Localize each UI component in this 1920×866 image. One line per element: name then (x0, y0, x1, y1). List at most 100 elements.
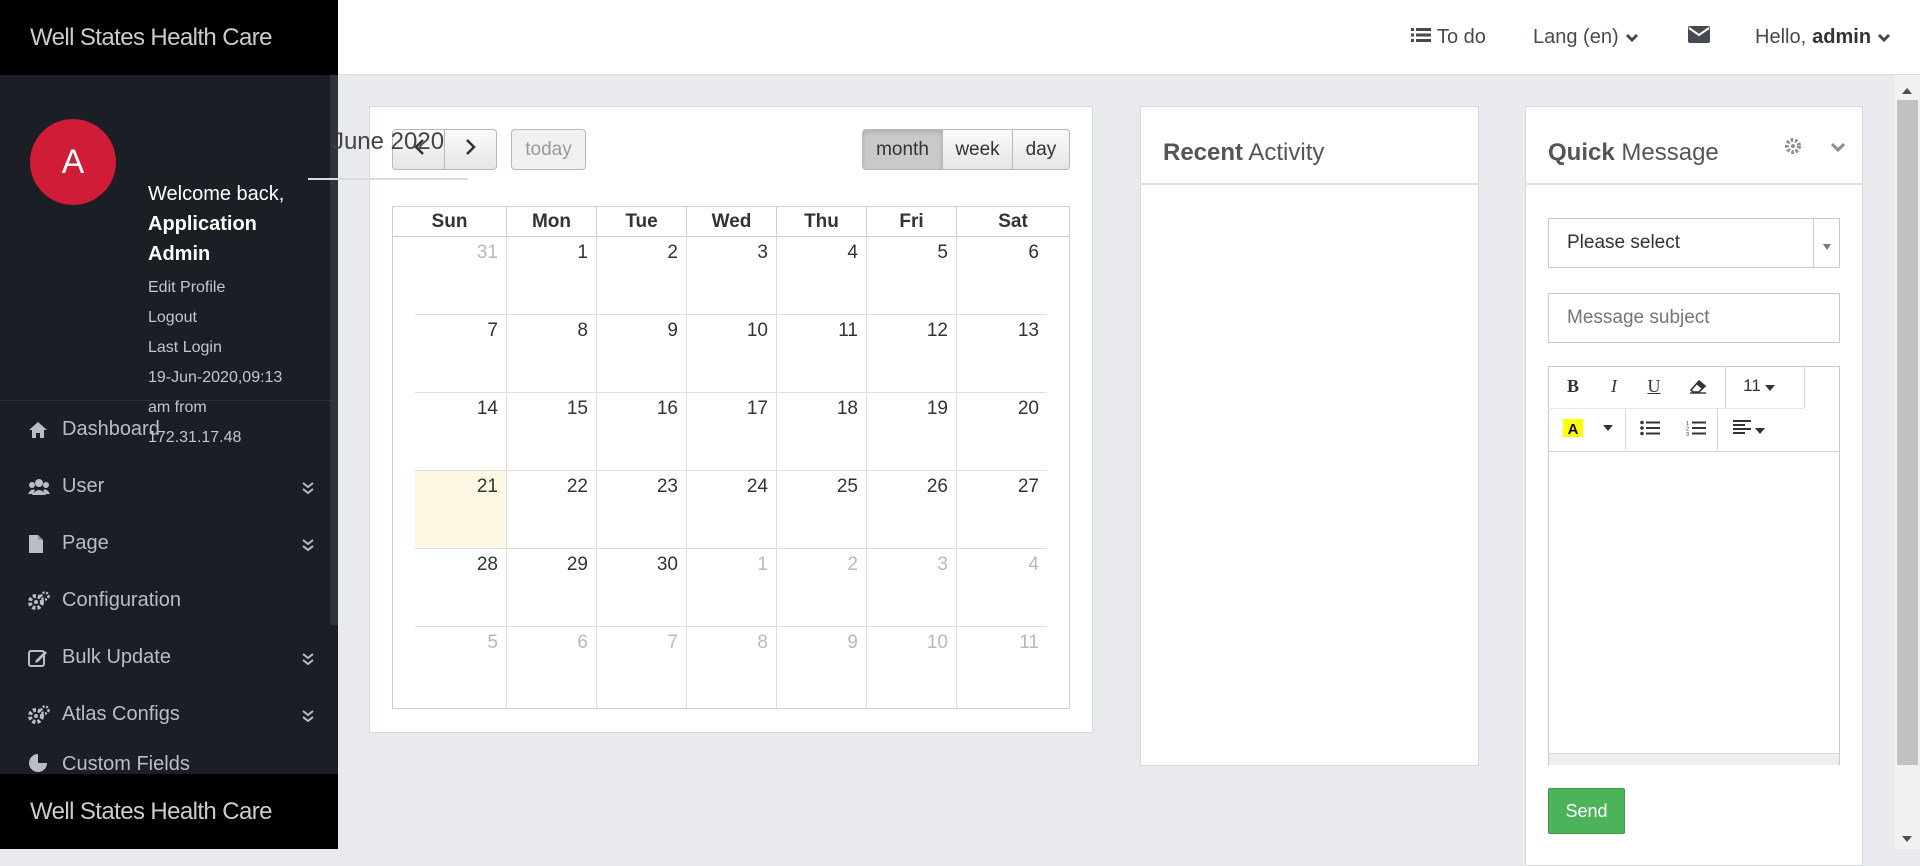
send-button[interactable]: Send (1548, 788, 1625, 834)
calendar-day-cell[interactable]: 13 (957, 315, 1047, 393)
sidebar-scrollbar[interactable] (330, 75, 338, 625)
calendar-day-cell[interactable]: 11 (777, 315, 867, 393)
sidebar-item-label: Atlas Configs (62, 703, 180, 725)
calendar-day-cell[interactable]: 5 (867, 237, 957, 315)
eraser-icon[interactable] (1684, 372, 1712, 400)
file-icon (28, 534, 62, 554)
calendar-day-cell[interactable]: 21 (415, 471, 507, 549)
calendar-day-cell[interactable]: 30 (597, 549, 687, 627)
calendar-day-cell[interactable]: 14 (415, 393, 507, 471)
calendar-day-cell[interactable]: 17 (687, 393, 777, 471)
users-icon (28, 478, 62, 496)
italic-icon[interactable]: I (1600, 372, 1628, 400)
calendar-day-cell[interactable]: 31 (415, 237, 507, 315)
panel-divider (1526, 183, 1862, 185)
calendar-day-cell[interactable]: 18 (777, 393, 867, 471)
unordered-list-icon[interactable] (1636, 414, 1664, 442)
bold-icon[interactable]: B (1559, 372, 1587, 400)
calendar-day-cell[interactable]: 4 (777, 237, 867, 315)
calendar-day-cell[interactable]: 12 (867, 315, 957, 393)
todo-label: To do (1437, 26, 1486, 48)
gear-icon[interactable] (1784, 137, 1802, 160)
calendar-day-cell[interactable]: 16 (597, 393, 687, 471)
sidebar-item-user[interactable]: User (0, 458, 338, 515)
cogs-icon (28, 590, 62, 611)
calendar-day-cell[interactable]: 27 (957, 471, 1047, 549)
calendar-day-cell[interactable]: 28 (415, 549, 507, 627)
calendar-day-cell[interactable]: 29 (507, 549, 597, 627)
view-day-button[interactable]: day (1012, 129, 1070, 170)
calendar-day-cell[interactable]: 4 (957, 549, 1047, 627)
calendar-day-cell[interactable]: 10 (687, 315, 777, 393)
messages-link[interactable] (1688, 26, 1710, 49)
view-month-button[interactable]: month (862, 129, 943, 170)
scrollbar-thumb[interactable] (1897, 100, 1918, 765)
caret-down-icon (1755, 418, 1765, 439)
sidebar-item-label: Bulk Update (62, 646, 171, 668)
calendar-day-cell[interactable]: 5 (415, 627, 507, 708)
underline-icon[interactable]: U (1640, 372, 1668, 400)
calendar-day-cell[interactable]: 2 (597, 237, 687, 315)
calendar-day-cell[interactable]: 23 (597, 471, 687, 549)
sidebar-item-label: Custom Fields (62, 753, 190, 775)
calendar-day-cell[interactable]: 9 (597, 315, 687, 393)
sidebar-item-dashboard[interactable]: Dashboard (0, 401, 338, 458)
font-size-dropdown[interactable]: 11 (1738, 372, 1780, 400)
logout-link[interactable]: Logout (148, 303, 298, 333)
calendar-day-cell[interactable]: 19 (867, 393, 957, 471)
calendar-day-cell[interactable]: 10 (867, 627, 957, 708)
sidebar-item-atlas-configs[interactable]: Atlas Configs (0, 686, 338, 743)
calendar-day-cell[interactable]: 6 (507, 627, 597, 708)
caret-down-icon (1764, 376, 1775, 396)
calendar-day-cell[interactable]: 1 (687, 549, 777, 627)
todo-link[interactable]: To do (1411, 26, 1486, 49)
highlight-color-icon[interactable]: A (1559, 414, 1587, 442)
scroll-down-arrow-icon[interactable] (1901, 830, 1913, 848)
color-dropdown-caret-icon[interactable] (1594, 414, 1622, 442)
weekday-header: Thu (777, 207, 867, 237)
calendar-day-cell[interactable]: 26 (867, 471, 957, 549)
calendar-day-cell[interactable]: 11 (957, 627, 1047, 708)
user-menu[interactable]: Hello, admin (1755, 26, 1891, 49)
weekday-header: Mon (507, 207, 597, 237)
calendar-day-cell[interactable]: 7 (415, 315, 507, 393)
title-rest: Message (1621, 139, 1719, 166)
scroll-up-arrow-icon[interactable] (1901, 82, 1913, 100)
calendar-day-cell[interactable]: 1 (507, 237, 597, 315)
brand-logo[interactable]: Well States Health Care (0, 0, 338, 75)
calendar-day-cell[interactable]: 8 (687, 627, 777, 708)
calendar-day-cell[interactable]: 22 (507, 471, 597, 549)
chevron-down-icon[interactable] (1830, 141, 1846, 159)
calendar-day-cell[interactable]: 7 (597, 627, 687, 708)
ordered-list-icon[interactable]: 123 (1682, 414, 1710, 442)
recipient-select[interactable]: Please select (1548, 218, 1840, 268)
resize-handle[interactable] (1549, 753, 1839, 765)
calendar-day-cell[interactable]: 25 (777, 471, 867, 549)
sidebar-item-bulk-update[interactable]: Bulk Update (0, 629, 338, 686)
calendar-day-cell[interactable]: 3 (687, 237, 777, 315)
chevron-down-icon (1625, 26, 1639, 49)
calendar-day-cell[interactable]: 2 (777, 549, 867, 627)
calendar-day-cell[interactable]: 24 (687, 471, 777, 549)
edit-profile-link[interactable]: Edit Profile (148, 273, 298, 303)
language-dropdown[interactable]: Lang (en) (1533, 26, 1639, 49)
today-button[interactable]: today (511, 129, 586, 170)
calendar-day-cell[interactable]: 20 (957, 393, 1047, 471)
toolbar-row-divider (1548, 408, 1804, 409)
calendar-day-cell[interactable]: 9 (777, 627, 867, 708)
view-week-button[interactable]: week (942, 129, 1013, 170)
sidebar-item-configuration[interactable]: Configuration (0, 572, 338, 629)
last-login-label: Last Login (148, 339, 222, 356)
calendar-day-cell[interactable]: 15 (507, 393, 597, 471)
weekday-header: Fri (867, 207, 957, 237)
align-dropdown[interactable] (1728, 414, 1770, 442)
sidebar-item-page[interactable]: Page (0, 515, 338, 572)
user-name: Application Admin (148, 213, 257, 265)
weekday-header: Sat (957, 207, 1069, 237)
message-subject-input[interactable] (1548, 293, 1840, 343)
cogs-icon (28, 704, 62, 725)
calendar-day-cell[interactable]: 6 (957, 237, 1047, 315)
sidebar-item-label: Dashboard (62, 418, 160, 440)
calendar-day-cell[interactable]: 3 (867, 549, 957, 627)
calendar-day-cell[interactable]: 8 (507, 315, 597, 393)
